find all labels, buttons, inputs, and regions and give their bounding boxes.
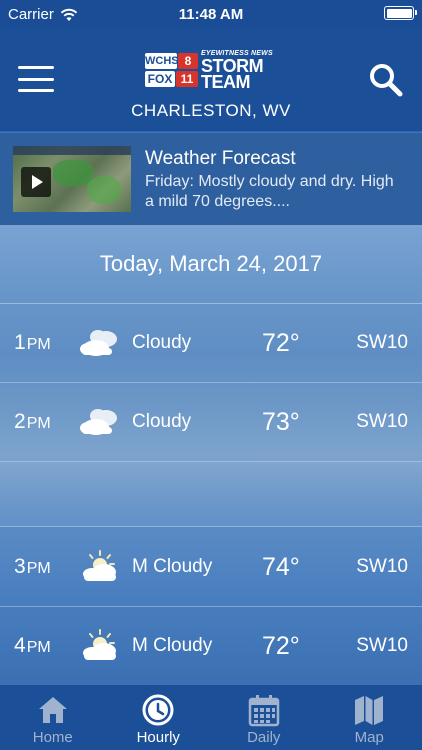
clock-icon (142, 694, 174, 726)
hour-temperature: 72° (262, 631, 300, 660)
hour-wind: SW10 (356, 411, 408, 432)
hour-row-2pm[interactable]: 2 PM Cloudy 73° SW10 (0, 383, 422, 462)
hour-time: 4 PM (14, 634, 51, 657)
hour-wind: SW10 (356, 332, 408, 353)
battery-icon (384, 6, 417, 20)
calendar-icon (248, 695, 279, 727)
search-button[interactable] (366, 60, 406, 100)
station-logo: WCHS 8 FOX 11 EYEWITNESS NEWS STORM TEAM (145, 50, 281, 92)
tab-label: Home (32, 729, 73, 746)
logo-channel-8: 8 (178, 53, 198, 69)
hour-wind: SW10 (356, 556, 408, 577)
logo-team: TEAM (201, 72, 251, 92)
logo-channel-11: 11 (176, 71, 198, 87)
map-icon (355, 696, 384, 725)
logo-wchs: WCHS (145, 53, 179, 69)
hour-time: 2 PM (14, 410, 51, 433)
status-right (384, 6, 417, 20)
cloudy-icon (80, 330, 117, 356)
hour-time: 1 PM (14, 331, 51, 354)
search-icon (370, 64, 403, 97)
status-time: 11:48 AM (178, 6, 244, 23)
hourly-list[interactable]: Today, March 24, 2017 1 PM Cloudy 72° SW1… (0, 225, 422, 685)
logo-fox: FOX (145, 71, 175, 87)
hour-condition: Cloudy (132, 411, 192, 432)
hamburger-menu-icon (18, 66, 54, 69)
hour-temperature: 73° (262, 407, 300, 436)
tab-hourly[interactable]: Hourly (106, 685, 212, 750)
list-separator (0, 462, 422, 527)
forecast-title: Weather Forecast (145, 148, 296, 169)
hour-temperature: 74° (262, 552, 300, 581)
hour-row-1pm[interactable]: 1 PM Cloudy 72° SW10 (0, 304, 422, 383)
hour-wind: SW10 (356, 635, 408, 656)
hour-temperature: 72° (262, 328, 300, 357)
video-thumbnail[interactable] (13, 146, 131, 212)
location-label: CHARLESTON, WV (131, 101, 291, 120)
mostly-cloudy-icon (83, 550, 116, 581)
hour-condition: M Cloudy (132, 635, 213, 656)
forecast-summary: Friday: Mostly cloudy and dry. High a mi… (145, 173, 394, 210)
hour-row-4pm[interactable]: 4 PM M Cloudy 72° SW10 (0, 607, 422, 685)
tab-map[interactable]: Map (317, 685, 422, 750)
tab-daily[interactable]: Daily (211, 685, 317, 750)
hour-condition: M Cloudy (132, 556, 213, 577)
home-icon (38, 697, 67, 723)
hour-row-3pm[interactable]: 3 PM M Cloudy 74° SW10 (0, 528, 422, 607)
hour-time: 3 PM (14, 555, 51, 578)
tab-label: Map (354, 729, 384, 746)
mostly-cloudy-icon (83, 629, 116, 660)
cloudy-icon (80, 409, 117, 435)
app-header: WCHS 8 FOX 11 EYEWITNESS NEWS STORM TEAM… (0, 28, 422, 132)
tab-label: Daily (247, 729, 281, 746)
tab-home[interactable]: Home (0, 685, 106, 750)
menu-button[interactable] (18, 64, 54, 94)
hour-condition: Cloudy (132, 332, 192, 353)
play-icon[interactable] (21, 167, 51, 197)
forecast-video-banner[interactable]: Weather Forecast Friday: Mostly cloudy a… (0, 133, 422, 225)
status-bar: Carrier 11:48 AM (0, 0, 422, 28)
tab-bar: Home Hourly Daily Map (0, 685, 422, 750)
tab-label: Hourly (136, 729, 180, 746)
date-header: Today, March 24, 2017 (0, 225, 422, 304)
